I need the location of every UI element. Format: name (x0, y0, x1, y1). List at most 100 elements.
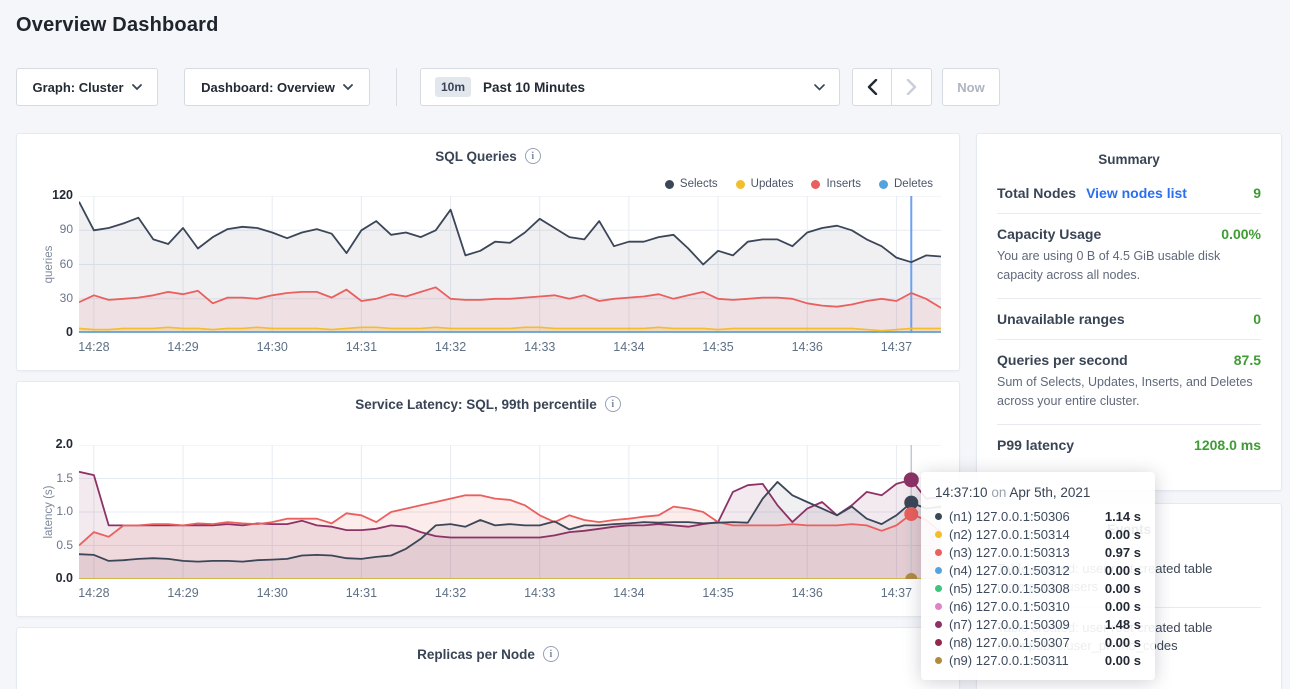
series-dot (935, 657, 942, 664)
view-nodes-link[interactable]: View nodes list (1086, 185, 1187, 201)
summary-row-value: 87.5 (1234, 352, 1261, 368)
legend-label: Selects (680, 178, 718, 190)
summary-row-value: 9 (1253, 185, 1261, 201)
series-dot (935, 585, 942, 592)
tooltip-node-value: 0.00 s (1105, 581, 1141, 596)
tooltip-node-value: 0.00 s (1105, 563, 1141, 578)
x-axis-tick: 14:33 (514, 586, 566, 600)
tooltip-node-row: (n3) 127.0.0.1:50313 0.97 s (935, 543, 1141, 561)
tooltip-node-name: (n1) 127.0.0.1:50306 (949, 509, 1070, 524)
tooltip-node-name: (n8) 127.0.0.1:50307 (949, 635, 1070, 650)
legend-label: Updates (751, 178, 794, 190)
tooltip-node-row: (n2) 127.0.0.1:503140.00 s (935, 525, 1141, 543)
y-axis-tick: 120 (31, 188, 73, 202)
legend-item-updates[interactable]: Updates (736, 178, 794, 190)
legend-dot (879, 180, 888, 189)
tooltip-node-value: 1.48 s (1105, 617, 1141, 632)
info-icon[interactable]: i (525, 148, 541, 164)
legend-item-inserts[interactable]: Inserts (811, 178, 861, 190)
overview-dashboard-page: Overview Dashboard Graph: Cluster Dashbo… (0, 0, 1290, 689)
x-axis-tick: 14:37 (870, 586, 922, 600)
summary-row-label: Total Nodes (997, 185, 1076, 201)
y-axis-tick: 60 (31, 257, 73, 271)
tooltip-node-row: (n1) 127.0.0.1:50306 1.14 s (935, 507, 1141, 525)
tooltip-node-row: (n6) 127.0.0.1:50310 0.00 s (935, 597, 1141, 615)
page-title: Overview Dashboard (16, 14, 219, 37)
legend-dot (736, 180, 745, 189)
summary-row: Capacity Usage0.00%You are using 0 B of … (997, 214, 1261, 299)
chart-title: Service Latency: SQL, 99th percentile (355, 397, 597, 412)
tooltip-node-name: (n9) 127.0.0.1:50311 (949, 653, 1069, 668)
x-axis-tick: 14:36 (781, 586, 833, 600)
chevron-right-icon (906, 79, 917, 95)
summary-heading: Summary (997, 152, 1261, 167)
service-latency-chart[interactable]: 2.01.51.00.50.014:2814:2914:3014:3114:32… (79, 445, 941, 584)
chart-title: Replicas per Node (417, 647, 535, 662)
summary-row: Unavailable ranges0 (997, 299, 1261, 340)
now-button[interactable]: Now (942, 68, 1000, 106)
info-icon[interactable]: i (605, 396, 621, 412)
chart-tooltip: 14:37:10 on Apr 5th, 2021 (n1) 127.0.0.1… (921, 472, 1155, 680)
legend-item-deletes[interactable]: Deletes (879, 178, 933, 190)
tooltip-node-row: (n4) 127.0.0.1:50312 0.00 s (935, 561, 1141, 579)
y-axis-tick: 90 (31, 222, 73, 236)
tooltip-node-value: 1.14 s (1105, 509, 1141, 524)
tooltip-node-row: (n8) 127.0.0.1:50307 0.00 s (935, 633, 1141, 651)
tooltip-node-name: (n2) 127.0.0.1:50314 (949, 527, 1070, 542)
replicas-per-node-panel: Replicas per Node i (16, 627, 960, 689)
graph-dropdown[interactable]: Graph: Cluster (16, 68, 158, 106)
summary-row-label: P99 latency (997, 437, 1074, 453)
summary-row: Total Nodes View nodes list 9 (997, 173, 1261, 214)
time-range-dropdown[interactable]: 10m Past 10 Minutes (420, 68, 840, 106)
chevron-left-icon (867, 79, 878, 95)
dashboard-dropdown[interactable]: Dashboard: Overview (184, 68, 370, 106)
sql-queries-panel: SQL Queries i SelectsUpdatesInsertsDelet… (16, 133, 960, 371)
tooltip-rows: (n1) 127.0.0.1:503061.14 s(n2) 127.0.0.1… (935, 507, 1141, 669)
series-dot (935, 513, 942, 520)
legend-dot (811, 180, 820, 189)
sql-queries-svg (79, 196, 941, 333)
x-axis-tick: 14:28 (68, 340, 120, 354)
summary-rows: Total Nodes View nodes list 9 Capacity Usag… (997, 173, 1261, 465)
x-axis-tick: 14:34 (603, 340, 655, 354)
service-latency-svg (79, 445, 941, 579)
x-axis-tick: 14:29 (157, 586, 209, 600)
summary-row-value: 1208.0 ms (1194, 437, 1261, 453)
summary-row-label: Unavailable ranges (997, 311, 1125, 327)
tooltip-node-row: (n9) 127.0.0.1:50311 0.00 s (935, 651, 1141, 669)
prev-range-button[interactable] (852, 68, 892, 106)
tooltip-node-name: (n5) 127.0.0.1:50308 (949, 581, 1070, 596)
next-range-button[interactable] (892, 68, 932, 106)
tooltip-node-value: 0.00 s (1105, 635, 1141, 650)
info-icon[interactable]: i (543, 646, 559, 662)
tooltip-node-value: 0.00 s (1105, 599, 1141, 614)
y-axis-tick: 30 (31, 291, 73, 305)
tooltip-node-name: (n7) 127.0.0.1:50309 (949, 617, 1070, 632)
series-dot (935, 531, 942, 538)
x-axis-tick: 14:33 (514, 340, 566, 354)
time-range-label: Past 10 Minutes (483, 80, 585, 95)
time-nav-buttons (852, 68, 932, 106)
tooltip-node-value: 0.00 s (1105, 653, 1141, 668)
chevron-down-icon (343, 84, 353, 91)
sql-queries-chart[interactable]: 120906030014:2814:2914:3014:3114:3214:33… (79, 196, 941, 338)
series-dot (935, 603, 942, 610)
time-range-badge: 10m (435, 77, 471, 97)
tooltip-timestamp: 14:37:10 on Apr 5th, 2021 (935, 485, 1141, 500)
summary-row: P99 latency 1208.0 ms (997, 425, 1261, 465)
tooltip-node-name: (n4) 127.0.0.1:50312 (949, 563, 1070, 578)
series-dot (935, 567, 942, 574)
tooltip-node-name: (n6) 127.0.0.1:50310 (949, 599, 1070, 614)
x-axis-tick: 14:35 (692, 586, 744, 600)
series-dot (935, 639, 942, 646)
y-axis-tick: 0.0 (31, 571, 73, 585)
summary-row-label: Capacity Usage (997, 226, 1101, 242)
x-axis-tick: 14:35 (692, 340, 744, 354)
y-axis-tick: 1.5 (31, 471, 73, 485)
y-axis-tick: 0 (31, 325, 73, 339)
legend-item-selects[interactable]: Selects (665, 178, 718, 190)
tooltip-node-name: (n3) 127.0.0.1:50313 (949, 545, 1070, 560)
legend-label: Deletes (894, 178, 933, 190)
tooltip-node-value: 0.97 s (1105, 545, 1141, 560)
x-axis-tick: 14:34 (603, 586, 655, 600)
